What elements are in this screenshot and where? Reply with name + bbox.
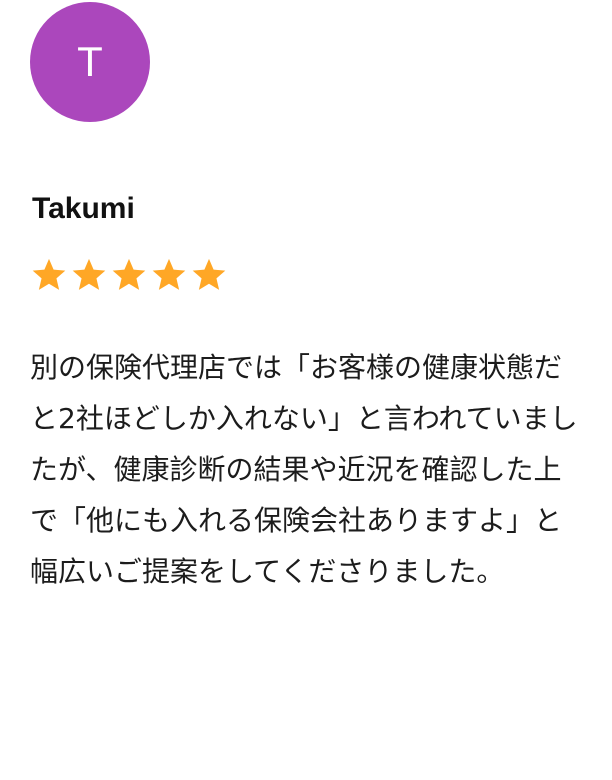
star-icon: [32, 258, 66, 290]
star-icon: [192, 258, 226, 290]
review-text: 別の保険代理店では「お客様の健康状態だと2社ほどしか入れない」と言われていました…: [30, 351, 578, 588]
avatar: T: [30, 2, 150, 122]
star-rating: [30, 255, 228, 299]
star-icon: [72, 258, 106, 290]
star-icon: [112, 258, 146, 290]
reviewer-name: Takumi: [32, 192, 135, 225]
avatar-initial: T: [77, 38, 103, 85]
star-icon: [152, 258, 186, 290]
review-card: T Takumi 別の保険代理店では「お客様の健康状態だと2社ほどしか入れない」…: [0, 0, 612, 780]
